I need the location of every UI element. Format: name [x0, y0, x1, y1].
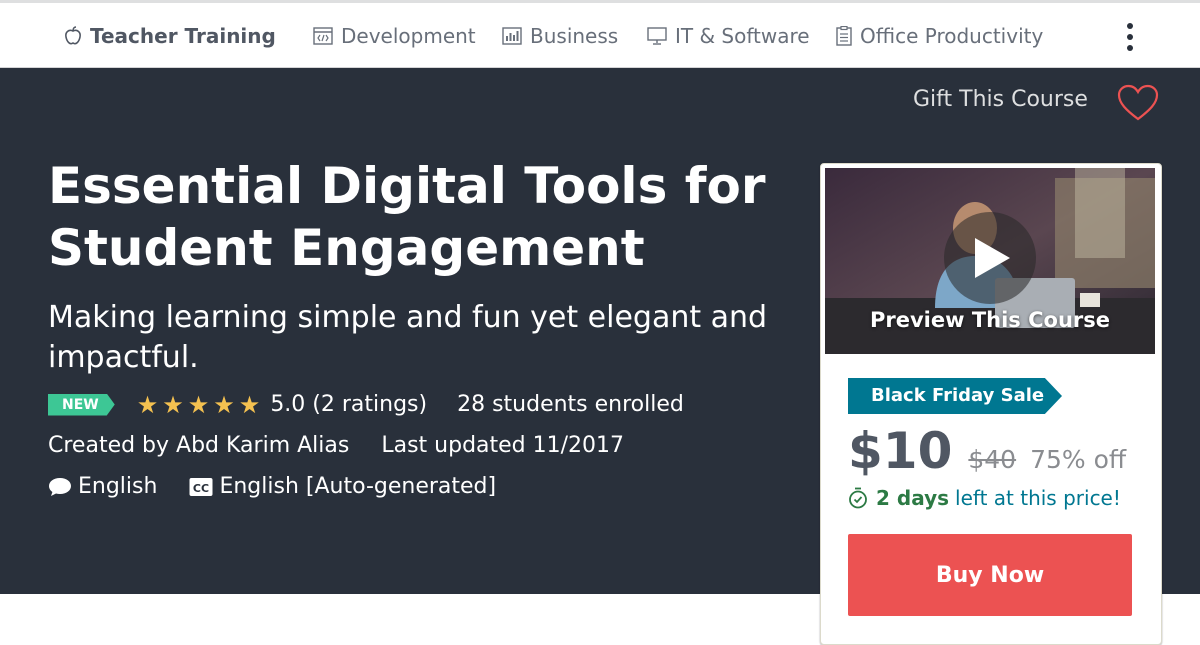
created-by[interactable]: Created by Abd Karim Alias	[48, 433, 349, 458]
time-left-text: left at this price!	[955, 486, 1121, 510]
star-icon: ★	[213, 390, 235, 419]
nav-item-business[interactable]: Business	[502, 3, 618, 68]
star-icon: ★	[136, 390, 159, 419]
new-badge: NEW	[48, 393, 115, 416]
nav-item-label: Development	[341, 23, 476, 48]
language: English	[78, 474, 158, 499]
time-left: 2 days left at this price!	[848, 486, 1121, 510]
star-icon: ★	[187, 390, 210, 419]
nav-item-it-software[interactable]: IT & Software	[647, 3, 810, 68]
svg-text:CC: CC	[193, 482, 209, 495]
course-title: Essential Digital Tools for Student Enga…	[48, 157, 766, 277]
nav-item-office-productivity[interactable]: Office Productivity	[836, 3, 1043, 68]
captions: English [Auto-generated]	[219, 474, 497, 499]
apple-icon	[65, 25, 81, 44]
buy-now-button[interactable]: Buy Now	[848, 534, 1132, 616]
nav-item-development[interactable]: Development	[313, 3, 476, 68]
original-price: $40	[968, 445, 1017, 474]
clipboard-icon	[836, 25, 852, 46]
bar-chart-icon	[502, 26, 522, 45]
nav-item-label: IT & Software	[675, 23, 810, 48]
nav-item-teacher-training[interactable]: Teacher Training	[64, 3, 276, 68]
time-left-days: 2 days	[876, 486, 950, 510]
speech-bubble-icon	[49, 477, 71, 496]
sale-badge: Black Friday Sale	[848, 378, 1062, 414]
course-subtitle: Making learning simple and fun yet elega…	[48, 300, 768, 375]
current-price: $10	[848, 422, 953, 480]
nav-item-label: Business	[530, 23, 619, 48]
enrolled-count: 28 students enrolled	[457, 392, 684, 417]
rating-row: NEW ★ ★ ★ ★ ★ 5.0 (2 ratings) 28 student…	[48, 392, 684, 417]
author-row: Created by Abd Karim Alias Last updated …	[48, 433, 624, 458]
price-row: $10 $40 75% off	[848, 422, 1126, 480]
rating-stars: ★ ★ ★ ★ ★	[137, 393, 261, 417]
code-window-icon	[313, 26, 333, 45]
monitor-icon	[647, 26, 667, 45]
vertical-dots-icon[interactable]	[1118, 23, 1142, 51]
preview-label[interactable]: Preview This Course	[825, 308, 1155, 332]
rating-text[interactable]: 5.0 (2 ratings)	[270, 392, 427, 417]
discount-percent: 75% off	[1030, 445, 1127, 474]
nav-item-label: Office Productivity	[860, 23, 1044, 48]
closed-captions-icon: CC	[189, 477, 213, 496]
heart-icon[interactable]	[1116, 84, 1160, 122]
gift-course-link[interactable]: Gift This Course	[913, 87, 1088, 112]
last-updated: Last updated 11/2017	[381, 433, 625, 458]
nav-item-label: Teacher Training	[90, 23, 276, 48]
language-row: English CC English [Auto-generated]	[48, 474, 496, 499]
star-icon: ★	[162, 390, 184, 419]
star-icon: ★	[238, 390, 261, 419]
stopwatch-icon	[849, 487, 867, 509]
top-nav: Teacher Training Development Business IT…	[0, 0, 1200, 68]
